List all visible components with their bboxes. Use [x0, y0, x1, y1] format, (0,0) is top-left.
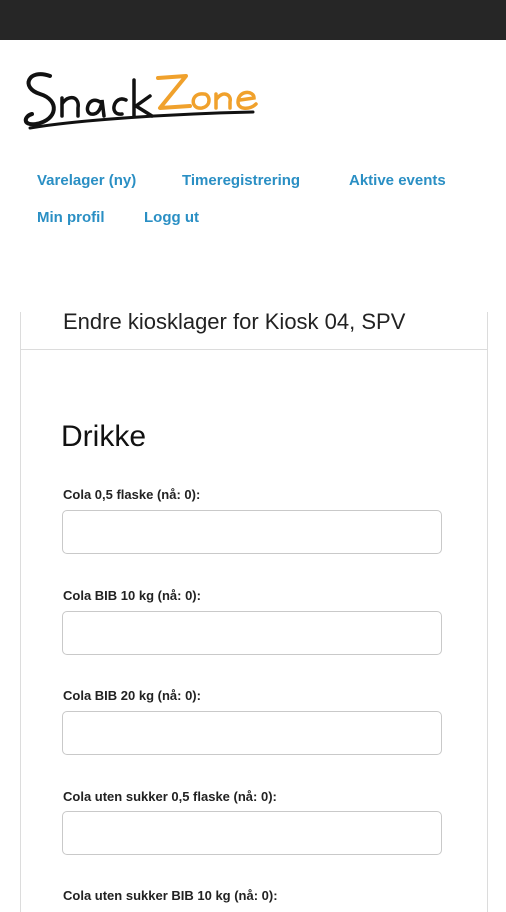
inventory-card: Endre kiosklager for Kiosk 04, SPV Drikk… [20, 309, 488, 912]
cola-05-flaske-input[interactable] [62, 510, 442, 554]
nav-timeregistrering-link[interactable]: Timeregistrering [182, 172, 300, 189]
field-label: Cola uten sukker 0,5 flaske (nå: 0): [63, 789, 277, 804]
cola-bib-10kg-input[interactable] [62, 611, 442, 655]
section-heading-drikke: Drikke [61, 420, 147, 453]
cola-bib-20kg-input[interactable] [62, 711, 442, 755]
logo-graphic [23, 72, 258, 130]
card-title: Endre kiosklager for Kiosk 04, SPV [63, 309, 406, 334]
nav-logg-ut-link[interactable]: Logg ut [144, 209, 199, 226]
field-label: Cola uten sukker BIB 10 kg (nå: 0): [63, 888, 278, 903]
cola-uten-sukker-05-flaske-input[interactable] [62, 811, 442, 855]
field-label: Cola 0,5 flaske (nå: 0): [63, 487, 201, 502]
snackzone-logo[interactable] [18, 58, 268, 148]
nav-aktive-events-link[interactable]: Aktive events [349, 172, 446, 189]
field-label: Cola BIB 10 kg (nå: 0): [63, 588, 201, 603]
card-header: Endre kiosklager for Kiosk 04, SPV [21, 309, 487, 350]
field-label: Cola BIB 20 kg (nå: 0): [63, 688, 201, 703]
nav-varelager-link[interactable]: Varelager (ny) [37, 172, 136, 189]
nav-min-profil-link[interactable]: Min profil [37, 209, 105, 226]
top-bar [0, 0, 506, 40]
